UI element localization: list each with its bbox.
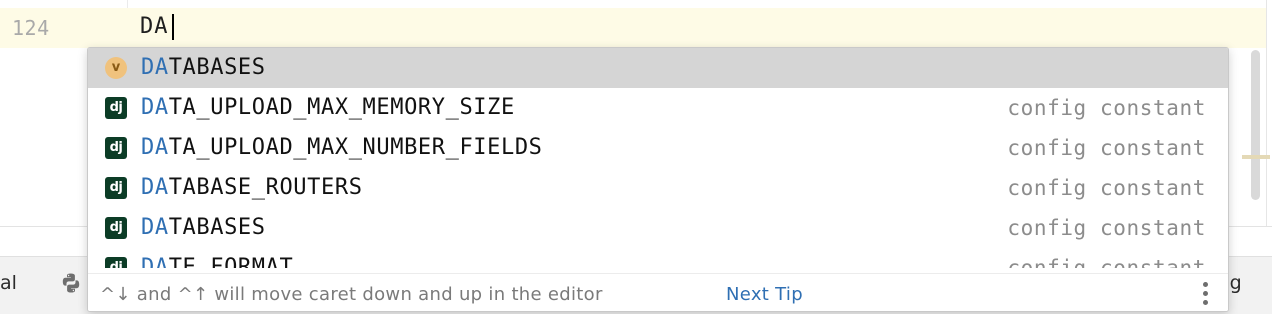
more-vertical-icon[interactable] (1198, 282, 1212, 308)
completion-item-rest: TABASE_ROUTERS (168, 175, 363, 200)
completion-item-rest: TA_UPLOAD_MAX_NUMBER_FIELDS (168, 135, 543, 160)
completion-item-name: DATABASE_ROUTERS (141, 175, 363, 200)
variable-icon: v (105, 57, 127, 79)
completion-item-rest: TABASES (168, 215, 266, 240)
vertical-scrollbar[interactable] (1251, 50, 1260, 200)
error-stripe-marker[interactable] (1242, 155, 1270, 159)
django-icon: dj (105, 177, 127, 199)
completion-match-prefix: DA (141, 255, 169, 268)
current-line-highlight (0, 8, 1266, 48)
completion-item-name: DATABASES (141, 215, 266, 240)
completion-item[interactable]: dj DATE_FORMAT config constant (88, 248, 1228, 268)
completion-item-type: config constant (1007, 176, 1206, 200)
completion-item[interactable]: dj DATABASE_ROUTERS config constant (88, 168, 1228, 208)
django-icon: dj (105, 257, 127, 268)
completion-item-type: config constant (1007, 96, 1206, 120)
completion-item-type: config constant (1007, 256, 1206, 268)
editor-border (1266, 0, 1267, 226)
completion-item-name: DATA_UPLOAD_MAX_MEMORY_SIZE (141, 95, 515, 120)
completion-popup[interactable]: v DATABASES dj DATA_UPLOAD_MAX_MEMORY_SI… (87, 47, 1229, 312)
completion-match-prefix: DA (141, 55, 169, 80)
completion-match-prefix: DA (141, 135, 169, 160)
django-icon: dj (105, 137, 127, 159)
completion-item[interactable]: dj DATA_UPLOAD_MAX_MEMORY_SIZE config co… (88, 88, 1228, 128)
completion-item-type: config constant (1007, 136, 1206, 160)
completion-list[interactable]: v DATABASES dj DATA_UPLOAD_MAX_MEMORY_SI… (88, 48, 1228, 268)
completion-item-rest: TA_UPLOAD_MAX_MEMORY_SIZE (168, 95, 515, 120)
completion-hint-text: ^↓ and ^↑ will move caret down and up in… (100, 284, 603, 305)
completion-item-name: DATE_FORMAT (141, 255, 293, 268)
next-tip-link[interactable]: Next Tip (726, 284, 803, 305)
completion-item-rest: TABASES (168, 55, 266, 80)
completion-item-name: DATABASES (141, 55, 266, 80)
completion-match-prefix: DA (141, 215, 169, 240)
django-icon: dj (105, 217, 127, 239)
code-line-text[interactable]: DA (140, 14, 169, 39)
python-icon[interactable] (60, 272, 82, 294)
tool-tab-label-left[interactable]: al (0, 272, 17, 294)
completion-item[interactable]: v DATABASES (88, 48, 1228, 88)
completion-match-prefix: DA (141, 175, 169, 200)
completion-footer: ^↓ and ^↑ will move caret down and up in… (88, 273, 1228, 311)
django-icon: dj (105, 97, 127, 119)
completion-item-rest: TE_FORMAT (168, 255, 294, 268)
completion-item-type: config constant (1007, 216, 1206, 240)
completion-item[interactable]: dj DATA_UPLOAD_MAX_NUMBER_FIELDS config … (88, 128, 1228, 168)
completion-item-name: DATA_UPLOAD_MAX_NUMBER_FIELDS (141, 135, 543, 160)
text-caret (172, 14, 174, 40)
completion-item[interactable]: dj DATABASES config constant (88, 208, 1228, 248)
line-number: 124 (12, 16, 50, 40)
completion-match-prefix: DA (141, 95, 169, 120)
